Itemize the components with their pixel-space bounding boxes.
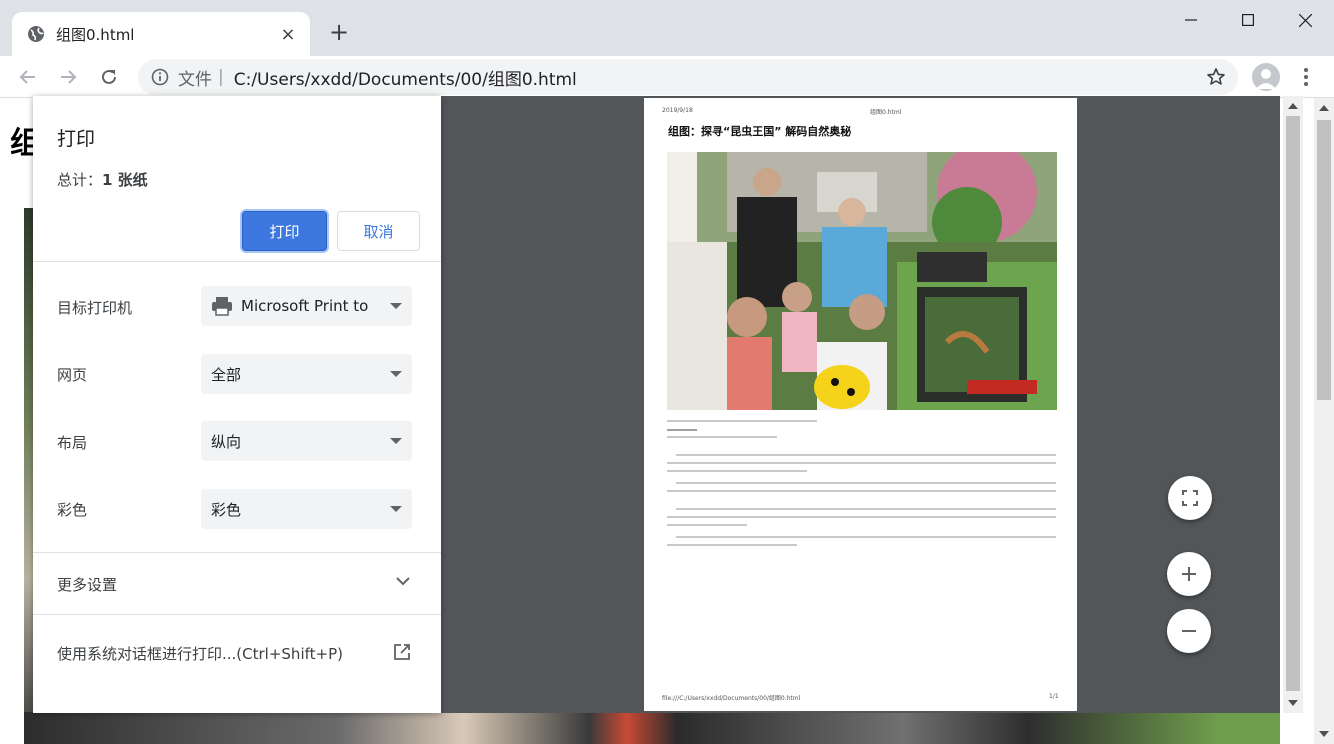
layout-select[interactable]: 纵向 [201,421,412,461]
browser-tab[interactable]: 组图0.html × [12,12,310,56]
profile-icon [1256,69,1276,89]
zoom-in-button[interactable] [1167,552,1211,596]
maximize-button[interactable] [1219,0,1277,40]
chevron-down-icon [390,438,402,444]
divider [33,614,441,615]
reload-icon [102,69,116,84]
color-select[interactable]: 彩色 [201,489,412,529]
preview-footer-path: file:///C:/Users/xxdd/Documents/00/组图0.h… [662,695,801,702]
plus-icon [1182,567,1196,581]
minimize-button[interactable] [1162,0,1220,40]
layout-label: 布局 [57,434,88,452]
forward-button[interactable] [53,62,83,92]
avatar[interactable] [1252,63,1280,91]
chevron-down-icon [396,577,410,586]
scroll-up-icon[interactable] [1288,103,1298,109]
preview-text-line [667,490,1056,492]
color-value: 彩色 [211,500,242,519]
page-photo-bottom [24,712,1280,744]
print-dialog-title: 打印 [57,128,96,150]
preview-text-line [676,454,1056,456]
preview-caption [667,420,817,422]
more-settings-toggle[interactable]: 更多设置 [33,553,441,615]
close-tab-icon[interactable]: × [278,24,298,45]
chevron-down-icon [390,303,402,309]
preview-text-line [667,470,807,472]
scroll-up-icon[interactable] [1319,105,1329,111]
tab-title: 组图0.html [56,25,135,44]
address-separator: | [218,67,224,87]
destination-label: 目标打印机 [57,299,133,317]
minimize-icon [1185,19,1197,21]
preview-footer-page: 1/1 [1049,693,1059,700]
browser-toolbar: 文件 | C:/Users/xxdd/Documents/00/组图0.html [0,56,1334,98]
preview-photo [667,152,1057,410]
info-icon[interactable] [150,67,170,87]
sheet-total-value: 1 张纸 [102,171,148,189]
color-label: 彩色 [57,501,88,519]
new-tab-button[interactable]: + [326,18,352,46]
preview-text-line [676,482,1056,484]
globe-icon [26,24,46,44]
pages-value: 全部 [211,365,242,384]
print-button[interactable]: 打印 [242,211,327,251]
preview-header-date: 2019/9/18 [662,107,693,114]
preview-page: 2019/9/18 组图0.html 组图：探寻“昆虫王国” 解码自然奥秘 fi… [644,98,1077,711]
system-dialog-link[interactable]: 使用系统对话框进行打印...(Ctrl+Shift+P) [33,616,441,688]
more-settings-label: 更多设置 [57,576,118,594]
scroll-thumb[interactable] [1317,120,1331,400]
menu-dots-icon[interactable] [1296,64,1316,90]
address-bar[interactable]: 文件 | C:/Users/xxdd/Documents/00/组图0.html [138,59,1238,95]
preview-source-line [667,436,777,438]
printer-icon [211,296,233,316]
cancel-button[interactable]: 取消 [337,211,420,251]
preview-text-line [667,462,1056,464]
sheet-total: 总计：1 张纸 [57,169,148,190]
open-external-icon [394,644,410,660]
arrow-right-icon [61,70,77,84]
preview-text-line [676,508,1056,510]
divider [33,261,441,262]
pages-label: 网页 [57,366,88,384]
preview-text-line [667,516,1056,518]
destination-value: Microsoft Print to [241,297,369,315]
scroll-down-icon[interactable] [1319,731,1329,737]
sheet-total-label: 总计： [57,171,103,189]
preview-caption [667,429,697,431]
chevron-down-icon [390,371,402,377]
preview-text-line [667,524,747,526]
system-dialog-label: 使用系统对话框进行打印...(Ctrl+Shift+P) [57,645,343,663]
star-icon[interactable] [1204,65,1228,89]
preview-article-title: 组图：探寻“昆虫王国” 解码自然奥秘 [668,125,852,138]
tab-strip: 组图0.html × + [0,0,1334,56]
address-scheme: 文件 [178,69,212,90]
zoom-out-button[interactable] [1167,609,1211,653]
scroll-thumb[interactable] [1286,116,1300,691]
reload-button[interactable] [94,62,124,92]
back-button[interactable] [13,62,43,92]
minus-icon [1182,630,1196,632]
layout-value: 纵向 [211,432,242,451]
maximize-icon [1242,14,1254,26]
destination-select[interactable]: Microsoft Print to [201,286,412,326]
address-url[interactable]: C:/Users/xxdd/Documents/00/组图0.html [234,65,1204,90]
fit-page-icon [1182,490,1198,506]
close-window-button[interactable] [1276,0,1334,40]
preview-header-file: 组图0.html [870,109,902,116]
preview-text-line [676,536,1056,538]
scroll-down-icon[interactable] [1288,700,1298,706]
page-heading: 组 [10,126,34,161]
preview-scrollbar[interactable] [1283,96,1303,713]
preview-text-line [667,544,797,546]
arrow-left-icon [19,70,35,84]
chevron-down-icon [390,506,402,512]
fit-page-button[interactable] [1168,476,1212,520]
pages-select[interactable]: 全部 [201,354,412,394]
page-scrollbar[interactable] [1314,98,1334,744]
print-settings-panel: 打印 总计：1 张纸 打印 取消 目标打印机 Microsoft Print t… [33,96,441,713]
close-window-icon [1298,13,1312,27]
